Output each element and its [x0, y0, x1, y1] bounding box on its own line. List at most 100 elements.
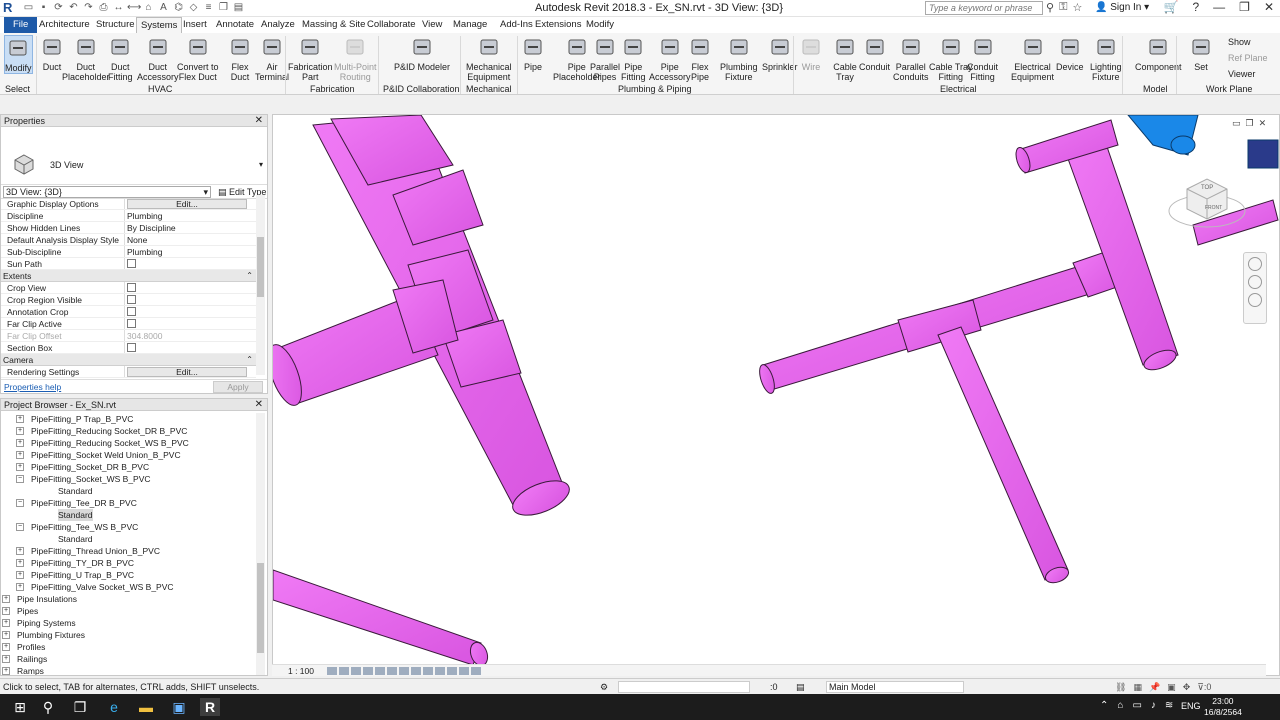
conduit-button[interactable]: Conduit: [859, 35, 890, 72]
electrical-equipment-button[interactable]: Electrical Equipment: [1011, 35, 1054, 82]
air-terminal-button[interactable]: Air Terminal: [255, 35, 289, 82]
tab-view[interactable]: View: [418, 17, 446, 33]
edge-icon[interactable]: e: [104, 698, 124, 716]
tree-item[interactable]: + Ramps: [1, 665, 257, 675]
tree-item[interactable]: + Pipe Insulations: [1, 593, 257, 605]
shadows-icon[interactable]: [363, 667, 373, 675]
parallel-pipes-button[interactable]: Parallel Pipes: [590, 35, 620, 82]
tree-item[interactable]: − PipeFitting_Tee_WS B_PVC: [1, 521, 257, 533]
close-icon[interactable]: ✕: [255, 399, 263, 411]
workplane-viewer-button[interactable]: Viewer: [1228, 69, 1255, 79]
clock[interactable]: 23:00 16/8/2564: [1204, 696, 1242, 718]
panel-label-p-id-collaboration[interactable]: P&ID Collaboration: [383, 84, 460, 94]
property-group-extents[interactable]: Extents ⌃: [1, 270, 256, 282]
tab-architecture[interactable]: Architecture: [35, 17, 94, 33]
file-explorer-icon[interactable]: ▬: [136, 698, 156, 716]
convert-flex-duct-button[interactable]: Convert to Flex Duct: [177, 35, 219, 82]
collapse-icon[interactable]: −: [16, 523, 24, 531]
expand-icon[interactable]: +: [16, 451, 24, 459]
fabrication-part-button[interactable]: Fabrication Part: [288, 35, 333, 82]
save-icon[interactable]: ▪: [37, 1, 50, 14]
viewcube[interactable]: TOP FRONT: [1165, 169, 1249, 239]
properties-help-link[interactable]: Properties help: [4, 380, 61, 394]
expand-icon[interactable]: +: [16, 439, 24, 447]
expand-icon[interactable]: +: [16, 415, 24, 423]
select-pinned-icon[interactable]: 📌: [1149, 679, 1160, 695]
close-icon[interactable]: ✕: [255, 115, 263, 127]
property-value[interactable]: By Discipline: [127, 223, 176, 233]
cursor-button[interactable]: Modify: [4, 35, 33, 74]
network-icon[interactable]: ⌂: [1117, 700, 1123, 711]
steering-wheel-icon[interactable]: [1248, 257, 1262, 271]
expand-icon[interactable]: +: [16, 547, 24, 555]
tab-annotate[interactable]: Annotate: [212, 17, 258, 33]
tab-massing-site[interactable]: Massing & Site: [298, 17, 369, 33]
redo-icon[interactable]: ↷: [82, 1, 95, 14]
expand-icon[interactable]: +: [16, 463, 24, 471]
multipoint-routing-button[interactable]: Multi-Point Routing: [334, 35, 377, 82]
tag-icon[interactable]: ⌂: [142, 1, 155, 14]
print-icon[interactable]: ⎙: [97, 1, 110, 14]
pipe-model-scene[interactable]: [273, 115, 1280, 676]
default-3d-view-icon[interactable]: ⌬: [172, 1, 185, 14]
cable-tray-fitting-button[interactable]: Cable Tray Fitting: [929, 35, 973, 82]
pipe-fitting-button[interactable]: Pipe Fitting: [621, 35, 646, 82]
help-icon[interactable]: ?: [1192, 0, 1199, 14]
drag-elements-icon[interactable]: ✥: [1183, 679, 1191, 695]
crop-view-icon[interactable]: [399, 667, 409, 675]
close-view-button[interactable]: ✕: [1259, 118, 1267, 129]
property-value[interactable]: 304.8000: [127, 331, 162, 341]
property-checkbox[interactable]: [127, 283, 136, 292]
duct-button[interactable]: Duct: [40, 35, 64, 72]
tree-item[interactable]: Standard: [1, 485, 257, 497]
design-options-icon[interactable]: ▤: [796, 679, 805, 695]
show-crop-region-icon[interactable]: [411, 667, 421, 675]
tree-item[interactable]: − PipeFitting_Tee_DR B_PVC: [1, 497, 257, 509]
video-app-icon[interactable]: ▣: [169, 698, 189, 716]
flex-duct-button[interactable]: Flex Duct: [228, 35, 252, 82]
tree-item[interactable]: + PipeFitting_Reducing Socket_WS B_PVC: [1, 437, 257, 449]
tree-item[interactable]: + Railings: [1, 653, 257, 665]
tab-analyze[interactable]: Analyze: [257, 17, 299, 33]
zoom-icon[interactable]: [1248, 275, 1262, 289]
property-checkbox[interactable]: [127, 343, 136, 352]
property-value[interactable]: Plumbing: [127, 211, 162, 221]
expand-icon[interactable]: +: [2, 655, 10, 663]
expand-icon[interactable]: +: [16, 427, 24, 435]
volume-icon[interactable]: ♪: [1151, 700, 1156, 711]
tree-item[interactable]: Standard: [1, 533, 257, 545]
tree-item[interactable]: + Profiles: [1, 641, 257, 653]
apply-button[interactable]: Apply: [213, 381, 263, 393]
flex-pipe-button[interactable]: Flex Pipe: [688, 35, 712, 82]
instance-filter-select[interactable]: 3D View: {3D} ▾: [3, 186, 211, 198]
rendering-dialog-icon[interactable]: [375, 667, 385, 675]
component-button[interactable]: Component: [1135, 35, 1182, 72]
undo-icon[interactable]: ↶: [67, 1, 80, 14]
panel-label-plumbing-piping[interactable]: Plumbing & Piping: [618, 84, 692, 94]
mechanical-equipment-button[interactable]: Mechanical Equipment: [466, 35, 512, 82]
input-language[interactable]: ENG: [1181, 701, 1201, 711]
tree-item[interactable]: + PipeFitting_Reducing Socket_DR B_PVC: [1, 425, 257, 437]
close-button[interactable]: ✕: [1264, 0, 1274, 14]
property-checkbox[interactable]: [127, 319, 136, 328]
pid-modeler-button[interactable]: P&ID Modeler: [394, 35, 450, 72]
tab-extensions[interactable]: Extensions: [531, 17, 585, 33]
property-checkbox[interactable]: [127, 307, 136, 316]
duct-accessory-button[interactable]: Duct Accessory: [137, 35, 179, 82]
favorites-star-icon[interactable]: ☆: [1072, 1, 1082, 14]
panel-label-select[interactable]: Select: [5, 84, 30, 94]
worksets-icon[interactable]: ⚙: [600, 679, 608, 695]
section-icon[interactable]: ◇: [187, 1, 200, 14]
lock-3d-view-icon[interactable]: [387, 667, 397, 675]
filter-icon[interactable]: ⊽:0: [1197, 679, 1211, 695]
set-workplane-button[interactable]: Set: [1189, 35, 1213, 72]
analytical-model-icon[interactable]: [459, 667, 469, 675]
minimize-view-button[interactable]: ▭: [1232, 118, 1241, 129]
type-selector[interactable]: 3D View ▾: [1, 127, 267, 185]
view-scale[interactable]: 1 : 100: [288, 665, 314, 677]
tree-item[interactable]: + Pipes: [1, 605, 257, 617]
duct-placeholder-button[interactable]: Duct Placeholder: [62, 35, 110, 82]
select-links-icon[interactable]: ⛓: [1115, 679, 1126, 695]
minimize-button[interactable]: —: [1213, 0, 1225, 14]
expand-icon[interactable]: +: [2, 643, 10, 651]
